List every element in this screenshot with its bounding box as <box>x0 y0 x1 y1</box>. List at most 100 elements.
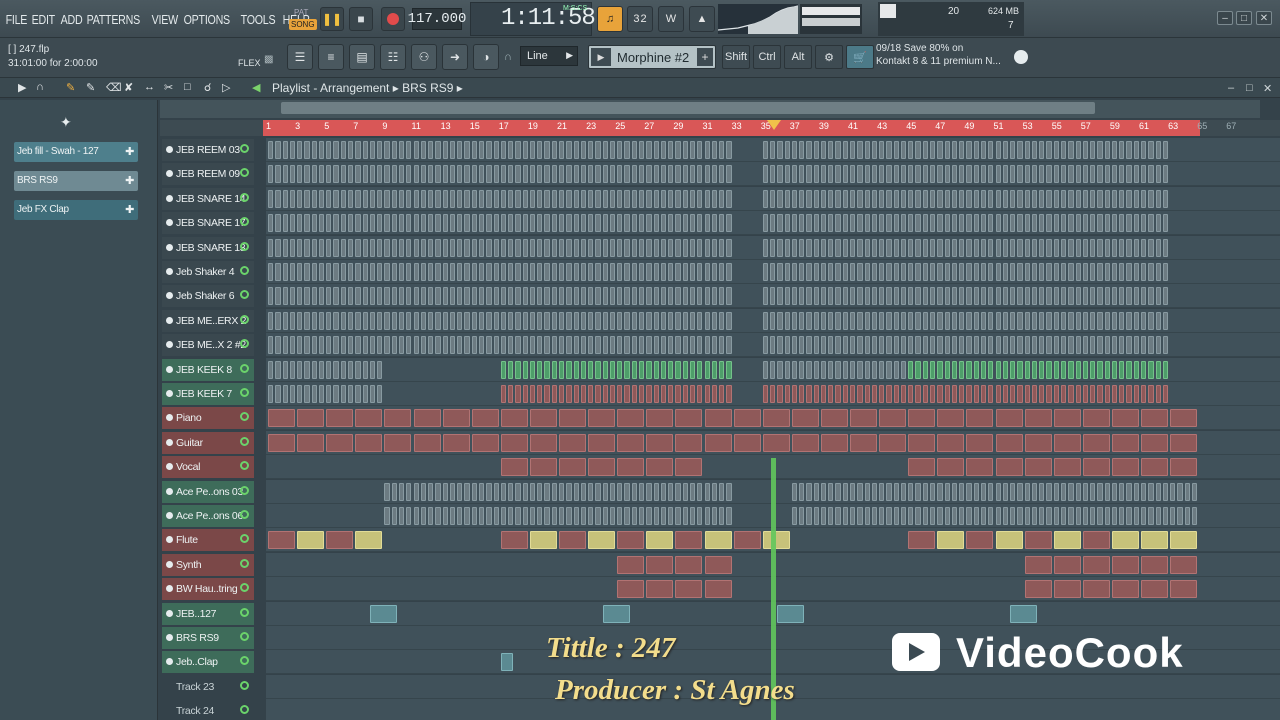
pattern-clip[interactable] <box>915 385 921 403</box>
pattern-clip[interactable] <box>1024 336 1030 355</box>
pattern-clip[interactable] <box>464 287 470 306</box>
pattern-clip[interactable] <box>522 263 528 281</box>
pattern-clip[interactable] <box>559 141 565 159</box>
pattern-clip[interactable] <box>486 141 492 159</box>
pattern-clip[interactable] <box>646 165 652 184</box>
pattern-clip[interactable] <box>762 531 790 550</box>
pattern-clip[interactable] <box>500 433 528 452</box>
pattern-clip[interactable] <box>369 238 376 257</box>
pattern-clip[interactable] <box>566 287 572 306</box>
pattern-clip[interactable] <box>791 360 798 379</box>
pattern-clip[interactable] <box>682 311 688 330</box>
pattern-clip[interactable] <box>1162 165 1169 184</box>
pattern-clip[interactable] <box>1162 238 1169 257</box>
pattern-clip[interactable] <box>1104 238 1110 257</box>
pattern-clip[interactable] <box>813 311 819 330</box>
pattern-clip[interactable] <box>893 287 899 306</box>
pattern-clip[interactable] <box>719 287 725 306</box>
pattern-clip[interactable] <box>922 311 929 330</box>
pattern-clip[interactable] <box>697 141 703 159</box>
pattern-clip[interactable] <box>617 360 623 379</box>
pattern-clip[interactable] <box>639 165 645 184</box>
pattern-clip[interactable] <box>1046 214 1052 233</box>
pattern-clip[interactable] <box>879 141 885 159</box>
pattern-clip[interactable] <box>326 336 332 355</box>
pattern-clip[interactable] <box>420 311 427 330</box>
pattern-clip[interactable] <box>1133 165 1139 184</box>
pattern-clip[interactable] <box>1170 433 1198 452</box>
pattern-clip[interactable] <box>689 360 696 379</box>
pattern-clip[interactable] <box>326 141 332 159</box>
pattern-clip[interactable] <box>304 360 310 379</box>
pattern-clip[interactable] <box>1133 238 1139 257</box>
pattern-clip[interactable] <box>617 555 645 574</box>
pattern-clip[interactable] <box>340 141 347 159</box>
pattern-clip[interactable] <box>573 287 579 306</box>
pattern-clip[interactable] <box>588 433 616 452</box>
pattern-clip[interactable] <box>1082 360 1089 379</box>
pattern-clip[interactable] <box>1039 507 1045 525</box>
pattern-clip[interactable] <box>478 482 485 501</box>
pattern-clip[interactable] <box>1017 287 1023 306</box>
pattern-clip[interactable] <box>937 433 965 452</box>
pattern-clip[interactable] <box>1031 336 1038 355</box>
pattern-clip[interactable] <box>879 385 885 403</box>
delete-icon[interactable]: ⌫ <box>106 81 122 94</box>
pattern-clip[interactable] <box>762 189 768 208</box>
pattern-clip[interactable] <box>391 482 397 501</box>
pattern-clip[interactable] <box>980 507 987 525</box>
pattern-clip[interactable] <box>762 385 768 403</box>
pattern-clip[interactable] <box>828 507 834 525</box>
pattern-clip[interactable] <box>944 214 950 233</box>
pattern-clip[interactable] <box>908 531 936 550</box>
pattern-clip[interactable] <box>348 311 354 330</box>
pattern-clip[interactable] <box>348 287 354 306</box>
pattern-clip[interactable] <box>900 263 907 281</box>
pattern-clip[interactable] <box>544 189 550 208</box>
browser-icon[interactable]: ⚙ <box>815 45 843 69</box>
pattern-clip[interactable] <box>988 238 994 257</box>
pattern-clip[interactable] <box>660 360 667 379</box>
pattern-clip[interactable] <box>566 336 572 355</box>
pattern-clip[interactable] <box>282 385 288 403</box>
pattern-clip[interactable] <box>799 263 805 281</box>
pattern-clip[interactable] <box>660 141 667 159</box>
preset-prev-icon[interactable]: ▶ <box>591 48 611 66</box>
pattern-clip[interactable] <box>311 336 317 355</box>
pattern-clip[interactable] <box>529 482 536 501</box>
pattern-clip[interactable] <box>668 287 674 306</box>
pattern-clip[interactable] <box>566 214 572 233</box>
pattern-clip[interactable] <box>1090 165 1096 184</box>
pattern-clip[interactable] <box>384 214 390 233</box>
pattern-clip[interactable] <box>908 311 914 330</box>
piano-roll-icon[interactable]: ▤ <box>349 44 375 70</box>
pattern-clip[interactable] <box>398 311 405 330</box>
pattern-clip[interactable] <box>369 189 376 208</box>
pattern-clip[interactable] <box>391 336 397 355</box>
pattern-clip[interactable] <box>1053 287 1059 306</box>
pattern-clip[interactable] <box>966 409 994 428</box>
pattern-clip[interactable] <box>820 336 827 355</box>
pattern-clip[interactable] <box>799 385 805 403</box>
pattern-clip[interactable] <box>1170 555 1198 574</box>
pattern-clip[interactable] <box>449 165 456 184</box>
pattern-clip[interactable] <box>995 214 1001 233</box>
pattern-clip[interactable] <box>937 311 943 330</box>
pattern-clip[interactable] <box>820 360 827 379</box>
pattern-clip[interactable] <box>529 433 557 452</box>
menu-edit[interactable]: EDIT <box>30 12 57 27</box>
pattern-clip[interactable] <box>442 214 448 233</box>
pattern-clip[interactable] <box>442 263 448 281</box>
pattern-clip[interactable] <box>304 141 310 159</box>
pattern-clip[interactable] <box>413 141 419 159</box>
pattern-clip[interactable] <box>1111 189 1118 208</box>
pattern-clip[interactable] <box>413 189 419 208</box>
pattern-clip[interactable] <box>326 409 354 428</box>
metronome-icon[interactable]: ♫ <box>597 6 623 32</box>
pattern-clip[interactable] <box>348 141 354 159</box>
pattern-clip[interactable] <box>791 433 819 452</box>
preset-add-icon[interactable]: + <box>697 48 713 66</box>
pattern-clip[interactable] <box>500 531 528 550</box>
pattern-clip[interactable] <box>1046 263 1052 281</box>
pattern-clip[interactable] <box>871 287 878 306</box>
